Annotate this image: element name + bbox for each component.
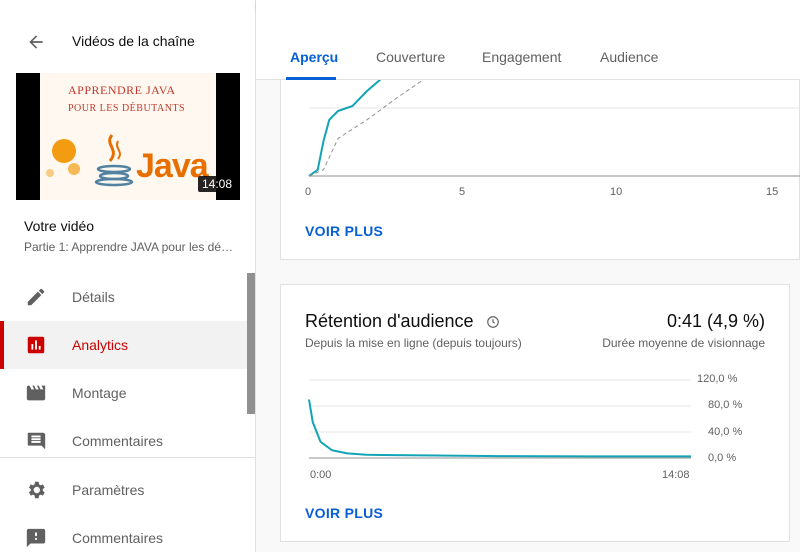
arrow-back-icon bbox=[29, 35, 43, 49]
sidebar-scrollbar[interactable] bbox=[247, 273, 255, 414]
sidebar-item-feedback[interactable]: Commentaires bbox=[0, 514, 248, 552]
sidebar-item-analytics[interactable]: Analytics bbox=[0, 321, 248, 369]
gear-icon bbox=[24, 478, 48, 502]
sidebar-item-settings[interactable]: Paramètres bbox=[0, 466, 248, 514]
duration-badge: 14:08 bbox=[197, 176, 236, 192]
views-card: 0 5 10 15 VOIR PLUS bbox=[280, 60, 800, 260]
sidebar-header: Vidéos de la chaîne bbox=[0, 0, 256, 72]
sidebar-title: Vidéos de la chaîne bbox=[72, 33, 195, 49]
x-tick-label: 14:08 bbox=[662, 469, 690, 481]
sidebar-item-label: Commentaires bbox=[72, 530, 164, 546]
decorative-dot bbox=[46, 169, 54, 177]
video-thumbnail[interactable]: APPRENDRE JAVA POUR LES DÉBUTANTS Java 1… bbox=[16, 73, 240, 200]
sidebar-item-label: Détails bbox=[72, 289, 115, 305]
sidebar-item-label: Analytics bbox=[72, 337, 129, 353]
tab-couverture[interactable]: Couverture bbox=[376, 49, 445, 65]
clapperboard-icon bbox=[24, 381, 48, 405]
tab-engagement[interactable]: Engagement bbox=[482, 49, 561, 65]
y-tick-label: 0,0 % bbox=[708, 452, 737, 464]
y-tick-label: 40,0 % bbox=[708, 426, 743, 438]
y-tick-label: 80,0 % bbox=[708, 399, 743, 411]
thumbnail-art: APPRENDRE JAVA POUR LES DÉBUTANTS Java bbox=[40, 73, 216, 200]
java-brand: Java bbox=[136, 147, 209, 185]
feedback-icon bbox=[24, 526, 48, 550]
x-tick-label: 5 bbox=[459, 186, 466, 198]
x-tick-label: 15 bbox=[766, 186, 779, 198]
see-more-button[interactable]: VOIR PLUS bbox=[305, 505, 383, 521]
analytics-tabs: Aperçu Couverture Engagement Audience bbox=[256, 10, 800, 80]
pencil-icon bbox=[24, 285, 48, 309]
x-tick-label: 10 bbox=[610, 186, 623, 198]
y-tick-label: 120,0 % bbox=[697, 373, 738, 385]
x-tick-label: 0 bbox=[305, 186, 312, 198]
top-bar bbox=[256, 0, 800, 10]
sidebar-item-label: Commentaires bbox=[72, 433, 164, 449]
views-chart bbox=[308, 61, 800, 177]
x-tick-label: 0:00 bbox=[310, 469, 332, 481]
see-more-button[interactable]: VOIR PLUS bbox=[305, 223, 383, 239]
video-label: Votre vidéo bbox=[24, 218, 95, 234]
tab-apercu[interactable]: Aperçu bbox=[290, 49, 338, 65]
active-tab-indicator bbox=[286, 77, 336, 80]
video-subtitle: Partie 1: Apprendre JAVA pour les débuta… bbox=[24, 240, 236, 254]
back-button[interactable] bbox=[20, 26, 52, 58]
thumbnail-line1: APPRENDRE JAVA bbox=[68, 83, 176, 97]
decorative-dot bbox=[68, 163, 80, 175]
java-cup-icon bbox=[94, 134, 134, 187]
sidebar-divider bbox=[0, 457, 256, 458]
sidebar: Vidéos de la chaîne APPRENDRE JAVA POUR … bbox=[0, 0, 256, 552]
sidebar-item-label: Montage bbox=[72, 385, 127, 401]
sidebar-item-label: Paramètres bbox=[72, 482, 145, 498]
retention-series-line bbox=[308, 399, 691, 458]
audience-retention-card: Rétention d'audience Depuis la mise en l… bbox=[280, 284, 790, 542]
decorative-dot bbox=[52, 139, 76, 163]
comment-icon bbox=[24, 429, 48, 453]
sidebar-item-montage[interactable]: Montage bbox=[0, 369, 248, 417]
thumbnail-line2: POUR LES DÉBUTANTS bbox=[68, 103, 186, 114]
sidebar-item-details[interactable]: Détails bbox=[0, 273, 248, 321]
tab-audience[interactable]: Audience bbox=[600, 49, 658, 65]
analytics-icon bbox=[24, 333, 48, 357]
